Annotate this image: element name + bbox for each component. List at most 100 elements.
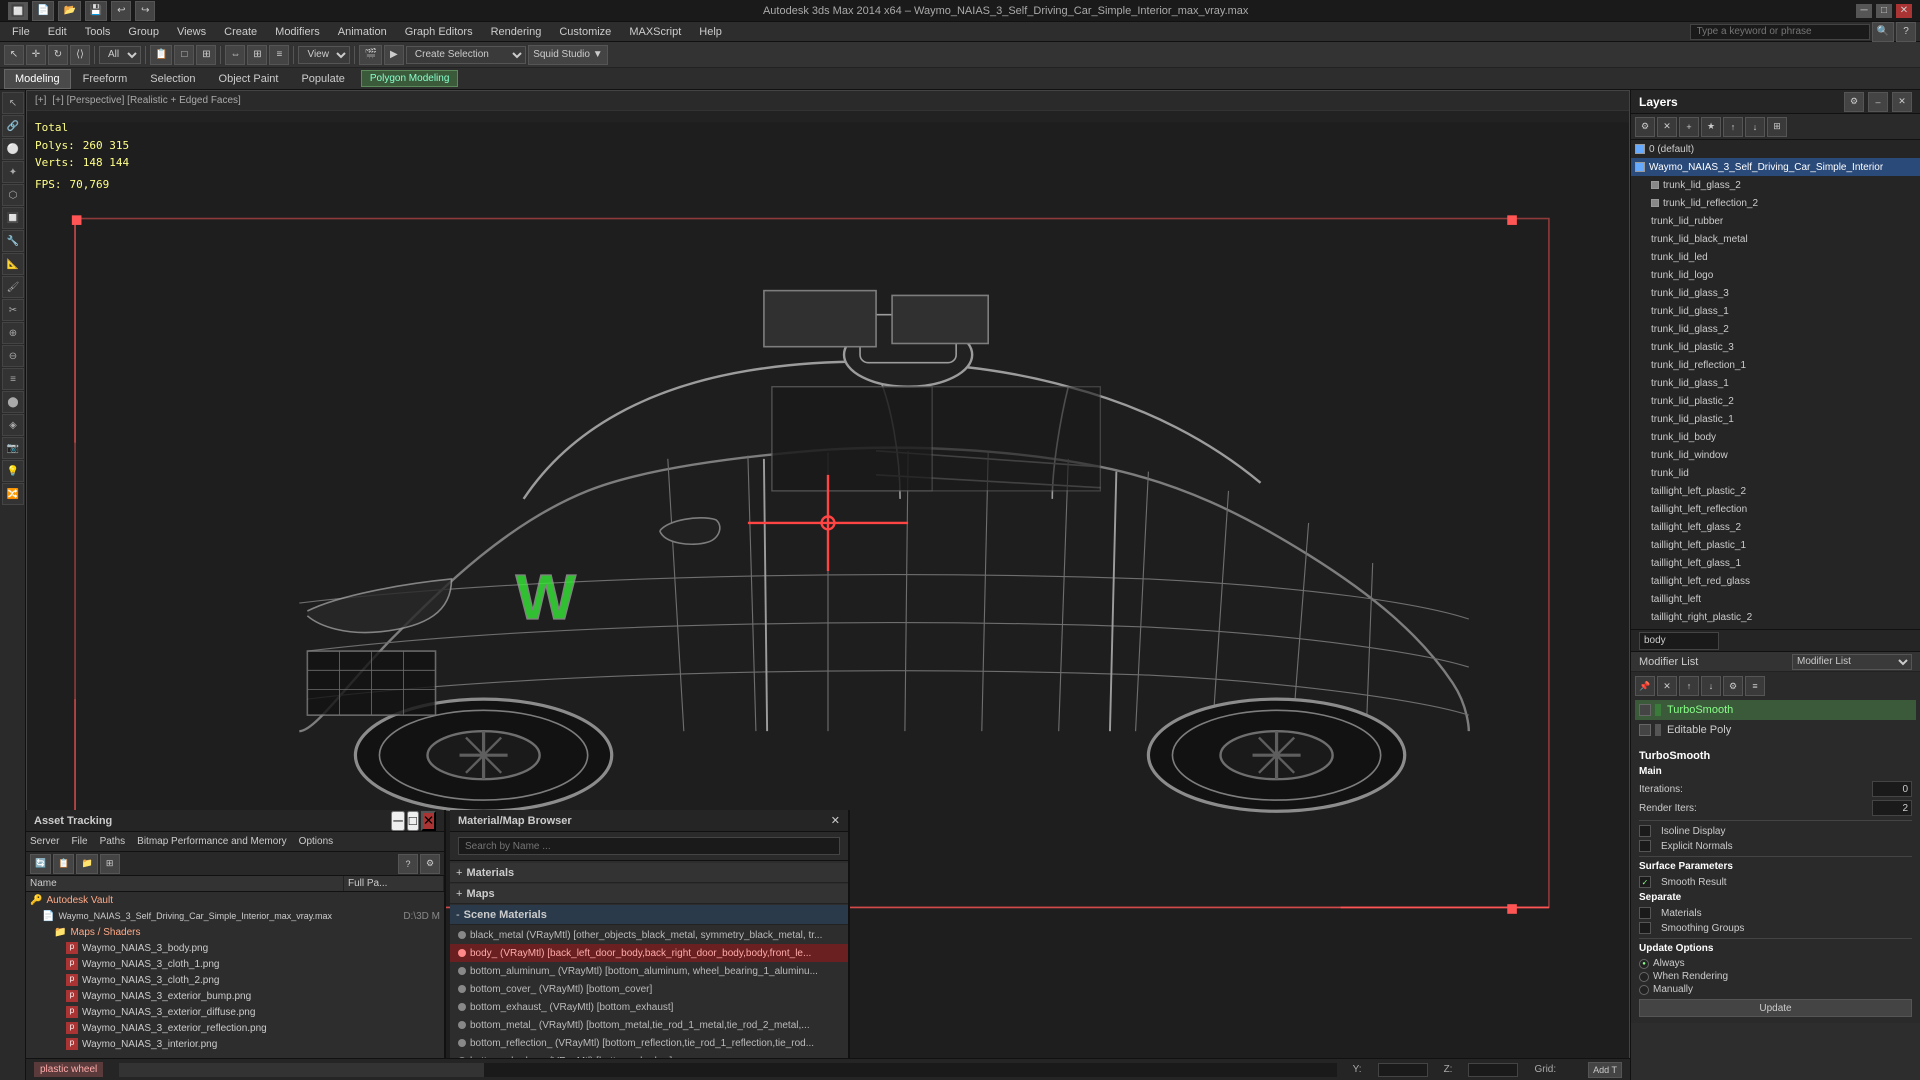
render-btn[interactable]: ▶ (384, 45, 404, 65)
mod-config-btn[interactable]: ⚙ (1723, 676, 1743, 696)
rotate-btn[interactable]: ↻ (48, 45, 68, 65)
asset-cloth1-png[interactable]: p Waymo_NAIAS_3_cloth_1.png (26, 956, 444, 972)
coord-y-input[interactable] (1378, 1063, 1428, 1077)
layer-taillight-left-glass-1[interactable]: taillight_left_glass_1 (1631, 554, 1920, 572)
layer-trunk-lid[interactable]: trunk_lid (1631, 464, 1920, 482)
layers-add-btn[interactable]: ⚙ (1635, 117, 1655, 137)
layer-taillight-left-glass-2[interactable]: taillight_left_glass_2 (1631, 518, 1920, 536)
layers-del-btn[interactable]: ✕ (1657, 117, 1677, 137)
material-search-input[interactable] (458, 837, 840, 855)
layer-trunk-body[interactable]: trunk_lid_body (1631, 428, 1920, 446)
redo-btn[interactable]: ↪ (135, 1, 155, 21)
asset-cloth2-png[interactable]: p Waymo_NAIAS_3_cloth_2.png (26, 972, 444, 988)
layer-item-waymo[interactable]: Waymo_NAIAS_3_Self_Driving_Car_Simple_In… (1631, 158, 1920, 176)
layer-trunk-plastic-3[interactable]: trunk_lid_plastic_3 (1631, 338, 1920, 356)
help-btn[interactable]: ? (1896, 22, 1916, 42)
asset-tb-1[interactable]: 🔄 (30, 854, 51, 874)
layer-trunk-glass-2[interactable]: trunk_lid_glass_2 (1631, 176, 1920, 194)
sidebar-icon-7[interactable]: 🔧 (2, 230, 24, 252)
array-btn[interactable]: ⊞ (247, 45, 267, 65)
asset-maximize-btn[interactable]: □ (407, 811, 419, 831)
sidebar-icon-4[interactable]: ✦ (2, 161, 24, 183)
layer-trunk-reflection-1[interactable]: trunk_lid_reflection_1 (1631, 356, 1920, 374)
materials-section[interactable]: + Materials (450, 863, 848, 883)
layer-taillight-right-reflection[interactable]: taillight_right_reflection (1631, 626, 1920, 629)
modifier-name-input[interactable] (1639, 632, 1719, 650)
tab-object-paint[interactable]: Object Paint (208, 69, 290, 89)
mtl-bottom-aluminum[interactable]: bottom_aluminum_ (VRayMtl) [bottom_alumi… (450, 962, 848, 980)
layer-trunk-black-metal[interactable]: trunk_lid_black_metal (1631, 230, 1920, 248)
move-btn[interactable]: ✛ (26, 45, 46, 65)
menu-customize[interactable]: Customize (551, 24, 619, 40)
layer-taillight-left-plastic-2[interactable]: taillight_left_plastic_2 (1631, 482, 1920, 500)
layers-list[interactable]: 0 (default) Waymo_NAIAS_3_Self_Driving_C… (1631, 140, 1920, 629)
layer-trunk-led[interactable]: trunk_lid_led (1631, 248, 1920, 266)
menu-maxscript[interactable]: MAXScript (621, 24, 689, 40)
viewport-mode-label[interactable]: [+] [Perspective] [Realistic + Edged Fac… (52, 95, 240, 106)
create-selection-dropdown[interactable]: Create Selection (406, 46, 526, 64)
layer-item-default[interactable]: 0 (default) (1631, 140, 1920, 158)
maps-section-header[interactable]: + Maps (450, 884, 848, 904)
squid-btn[interactable]: Squid Studio ▼ (528, 45, 608, 65)
layer-trunk-plastic-2[interactable]: trunk_lid_plastic_2 (1631, 392, 1920, 410)
layer-taillight-left-plastic-1[interactable]: taillight_left_plastic_1 (1631, 536, 1920, 554)
layers-new-btn[interactable]: + (1679, 117, 1699, 137)
timeline-bar[interactable] (119, 1063, 1336, 1077)
modifier-list-dropdown[interactable]: Modifier List (1792, 654, 1912, 670)
sidebar-icon-5[interactable]: ⬡ (2, 184, 24, 206)
asset-menu-options[interactable]: Options (299, 836, 333, 847)
asset-interior-png[interactable]: p Waymo_NAIAS_3_interior.png (26, 1036, 444, 1052)
window-crossing-btn[interactable]: ⊞ (196, 45, 216, 65)
minimize-btn[interactable]: ─ (1856, 4, 1872, 18)
sidebar-icon-1[interactable]: ↖ (2, 92, 24, 114)
select-by-name-btn[interactable]: 📋 (150, 45, 172, 65)
asset-menu-paths[interactable]: Paths (100, 836, 126, 847)
sidebar-icon-6[interactable]: 🔲 (2, 207, 24, 229)
tab-modeling[interactable]: Modeling (4, 69, 71, 89)
layers-active-btn[interactable]: ★ (1701, 117, 1721, 137)
sidebar-icon-2[interactable]: 🔗 (2, 115, 24, 137)
layer-trunk-glass-1a[interactable]: trunk_lid_glass_1 (1631, 302, 1920, 320)
mtl-bottom-metal[interactable]: bottom_metal_ (VRayMtl) [bottom_metal,ti… (450, 1016, 848, 1034)
scale-btn[interactable]: ⟨⟩ (70, 45, 90, 65)
filter-dropdown[interactable]: All (99, 46, 141, 64)
mod-up-btn[interactable]: ↑ (1679, 676, 1699, 696)
isoline-check[interactable] (1639, 825, 1651, 837)
materials-section-header[interactable]: + Materials (450, 863, 848, 883)
menu-help[interactable]: Help (691, 24, 730, 40)
mod-entry-editablepoly[interactable]: Editable Poly (1635, 720, 1916, 740)
asset-tb-4[interactable]: ⊞ (100, 854, 120, 874)
sidebar-icon-10[interactable]: ✂ (2, 299, 24, 321)
asset-menu-server[interactable]: Server (30, 836, 59, 847)
search-input[interactable] (1690, 24, 1870, 40)
menu-views[interactable]: Views (169, 24, 214, 40)
new-btn[interactable]: 📄 (32, 1, 54, 21)
asset-file-main[interactable]: 📄 Waymo_NAIAS_3_Self_Driving_Car_Simple_… (26, 908, 444, 924)
mtl-body[interactable]: body_ (VRayMtl) [back_left_door_body,bac… (450, 944, 848, 962)
asset-diffuse-png[interactable]: p Waymo_NAIAS_3_exterior_diffuse.png (26, 1004, 444, 1020)
menu-tools[interactable]: Tools (77, 24, 119, 40)
asset-tb-3[interactable]: 📁 (76, 854, 97, 874)
layers-close-btn[interactable]: ⚙ (1844, 92, 1864, 112)
layer-trunk-logo[interactable]: trunk_lid_logo (1631, 266, 1920, 284)
menu-graph-editors[interactable]: Graph Editors (397, 24, 481, 40)
sidebar-icon-13[interactable]: ≡ (2, 368, 24, 390)
coord-z-input[interactable] (1468, 1063, 1518, 1077)
window-controls[interactable]: ─ □ ✕ (1856, 4, 1912, 18)
sidebar-icon-9[interactable]: 🖌 (2, 276, 24, 298)
asset-tb-2[interactable]: 📋 (53, 854, 74, 874)
menu-animation[interactable]: Animation (330, 24, 395, 40)
material-close-btn[interactable]: ✕ (831, 814, 840, 827)
asset-config-btn[interactable]: ⚙ (420, 854, 440, 874)
open-btn[interactable]: 📂 (58, 1, 80, 21)
layer-taillight-left[interactable]: taillight_left (1631, 590, 1920, 608)
asset-bump-png[interactable]: p Waymo_NAIAS_3_exterior_bump.png (26, 988, 444, 1004)
material-tree[interactable]: + Materials + Maps - Scene Materials bla… (450, 861, 848, 1080)
layer-taillight-right-plastic-2[interactable]: taillight_right_plastic_2 (1631, 608, 1920, 626)
sidebar-icon-12[interactable]: ⊖ (2, 345, 24, 367)
asset-help-btn[interactable]: ? (398, 854, 418, 874)
render-setup-btn[interactable]: 🎬 (359, 45, 381, 65)
tab-freeform[interactable]: Freeform (72, 69, 139, 89)
select-mode-btn[interactable]: ↖ (4, 45, 24, 65)
mtl-bottom-exhaust[interactable]: bottom_exhaust_ (VRayMtl) [bottom_exhaus… (450, 998, 848, 1016)
